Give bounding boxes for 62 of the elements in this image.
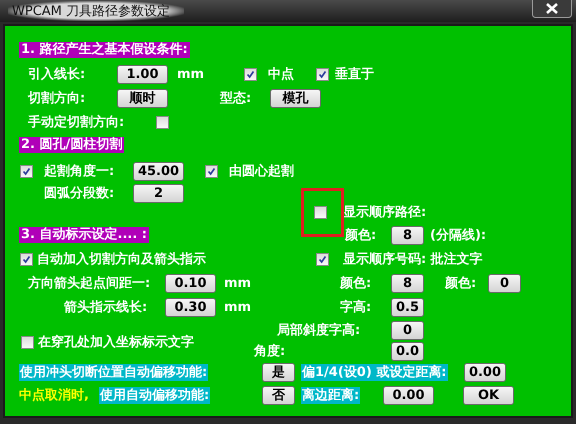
start-angle-checkbox[interactable] xyxy=(20,164,33,178)
show-number-checkbox[interactable] xyxy=(316,252,329,266)
color-label: 颜色: xyxy=(340,274,372,292)
number-color-field[interactable]: 8 xyxy=(391,274,424,292)
separator-color-field[interactable]: 8 xyxy=(391,226,424,244)
angle-field[interactable]: 0.0 xyxy=(391,342,424,360)
ok-button[interactable]: OK xyxy=(463,386,514,404)
midpoint-note: 中点取消时, xyxy=(19,387,89,404)
from-center-label: 由圆心起割 xyxy=(229,162,294,180)
arc-segments-label: 圆弧分段数: xyxy=(44,185,114,202)
from-center-checkbox[interactable] xyxy=(205,164,218,178)
unit-label: mm xyxy=(224,276,252,290)
lead-in-field[interactable]: 1.00 xyxy=(117,64,168,84)
note-color-field[interactable]: 0 xyxy=(488,274,521,292)
midpoint-label: 中点 xyxy=(268,66,294,83)
auto-arrow-checkbox[interactable] xyxy=(20,252,33,266)
close-icon[interactable] xyxy=(532,0,572,18)
coordinate-text-label: 在穿孔处加入坐标标示文字 xyxy=(38,334,194,351)
coordinate-text-checkbox[interactable] xyxy=(21,336,34,348)
section-heading: 3. 自动标示设定.... : xyxy=(19,227,149,243)
auto-offset-button[interactable]: 否 xyxy=(262,386,295,404)
angle-label: 角度: xyxy=(254,342,286,360)
manual-direction-checkbox[interactable] xyxy=(156,116,169,128)
direction-label: 切割方向: xyxy=(28,90,86,107)
arrow-gap-label: 方向箭头起点间距一: xyxy=(28,274,150,292)
unit-label: mm xyxy=(177,66,204,82)
section-heading: 2. 圆孔/圆柱切割 xyxy=(19,137,124,153)
perpendicular-checkbox[interactable] xyxy=(316,68,329,80)
color-label: 颜色: xyxy=(345,226,376,244)
sequence-path-label: 显示顺序路径: xyxy=(343,204,426,221)
text-height-label: 字高: xyxy=(340,298,372,316)
arc-segments-field[interactable]: 2 xyxy=(133,184,184,202)
punch-offset-label: 使用冲头切断位置自动偏移功能: xyxy=(19,364,208,380)
lead-in-label: 引入线长: xyxy=(28,66,86,83)
slope-text-height-label: 局部斜度字高: xyxy=(277,322,360,339)
midpoint-checkbox[interactable] xyxy=(244,68,257,80)
show-number-label: 显示顺序号码: 批注文字 xyxy=(343,250,483,268)
edge-distance-label: 离边距离: xyxy=(301,386,360,404)
quarter-offset-label: 偏1/4(设0) 或设定距离: xyxy=(301,364,448,380)
slope-text-height-field[interactable]: 0 xyxy=(391,320,424,340)
color-label: 颜色: xyxy=(445,274,476,292)
auto-arrow-label: 自动加入切割方向及箭头指示 xyxy=(37,250,206,268)
auto-offset-label: 使用自动偏移功能: xyxy=(99,386,210,404)
text-height-field[interactable]: 0.5 xyxy=(391,298,424,316)
section-heading: 1. 路径产生之基本假设条件: xyxy=(19,42,190,58)
arrow-length-field[interactable]: 0.30 xyxy=(165,298,216,316)
manual-direction-label: 手动定切割方向: xyxy=(28,114,124,131)
sequence-path-checkbox[interactable] xyxy=(314,206,327,218)
start-angle-field[interactable]: 45.00 xyxy=(133,162,184,180)
perpendicular-label: 垂直于 xyxy=(335,66,374,83)
start-angle-label: 起割角度一: xyxy=(44,162,114,180)
type-button[interactable]: 模孔 xyxy=(270,88,321,108)
unit-label: mm xyxy=(224,300,252,314)
punch-offset-button[interactable]: 是 xyxy=(262,362,295,382)
edge-distance-field[interactable]: 0.00 xyxy=(383,386,434,404)
separator-label: (分隔线): xyxy=(430,227,486,244)
direction-button[interactable]: 顺时 xyxy=(117,88,168,108)
type-label: 型态: xyxy=(220,90,252,107)
window-title: WPCAM 刀具路径参数设定 xyxy=(8,1,184,21)
arrow-length-label: 箭头指示线长: xyxy=(64,299,148,316)
arrow-gap-field[interactable]: 0.10 xyxy=(165,274,216,292)
quarter-offset-field[interactable]: 0.00 xyxy=(464,362,506,382)
